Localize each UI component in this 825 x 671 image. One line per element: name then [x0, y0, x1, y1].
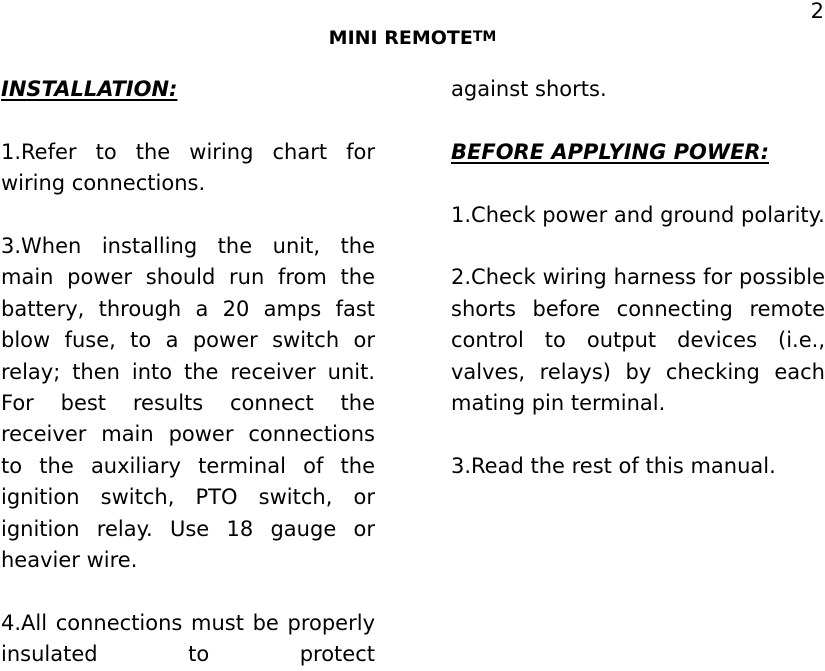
right-column: against shorts. BEFORE APPLYING POWER: 1… [451, 74, 825, 482]
power-step-2: 2.Check wiring harness for possible shor… [451, 265, 825, 416]
power-step-1: 1.Check power and ground polarity. [451, 202, 825, 227]
page-number: 2 [810, 0, 824, 23]
document-title: MINI REMOTETM [0, 24, 825, 51]
before-applying-power-heading: BEFORE APPLYING POWER: [451, 139, 769, 164]
installation-step-3: 3.When installing the unit, the main pow… [1, 234, 375, 573]
installation-step-4: 4.All connections must be properly insul… [1, 610, 375, 667]
trademark-symbol: TM [472, 29, 497, 45]
installation-heading: INSTALLATION: [1, 77, 178, 101]
power-step-3: 3.Read the rest of this manual. [451, 453, 776, 478]
installation-step-1: 1.Refer to the wiring chart for wiring c… [1, 139, 375, 196]
continuation-text: against shorts. [451, 77, 607, 101]
title-text: MINI REMOTE [328, 27, 473, 49]
left-column: INSTALLATION: 1.Refer to the wiring char… [1, 74, 375, 671]
